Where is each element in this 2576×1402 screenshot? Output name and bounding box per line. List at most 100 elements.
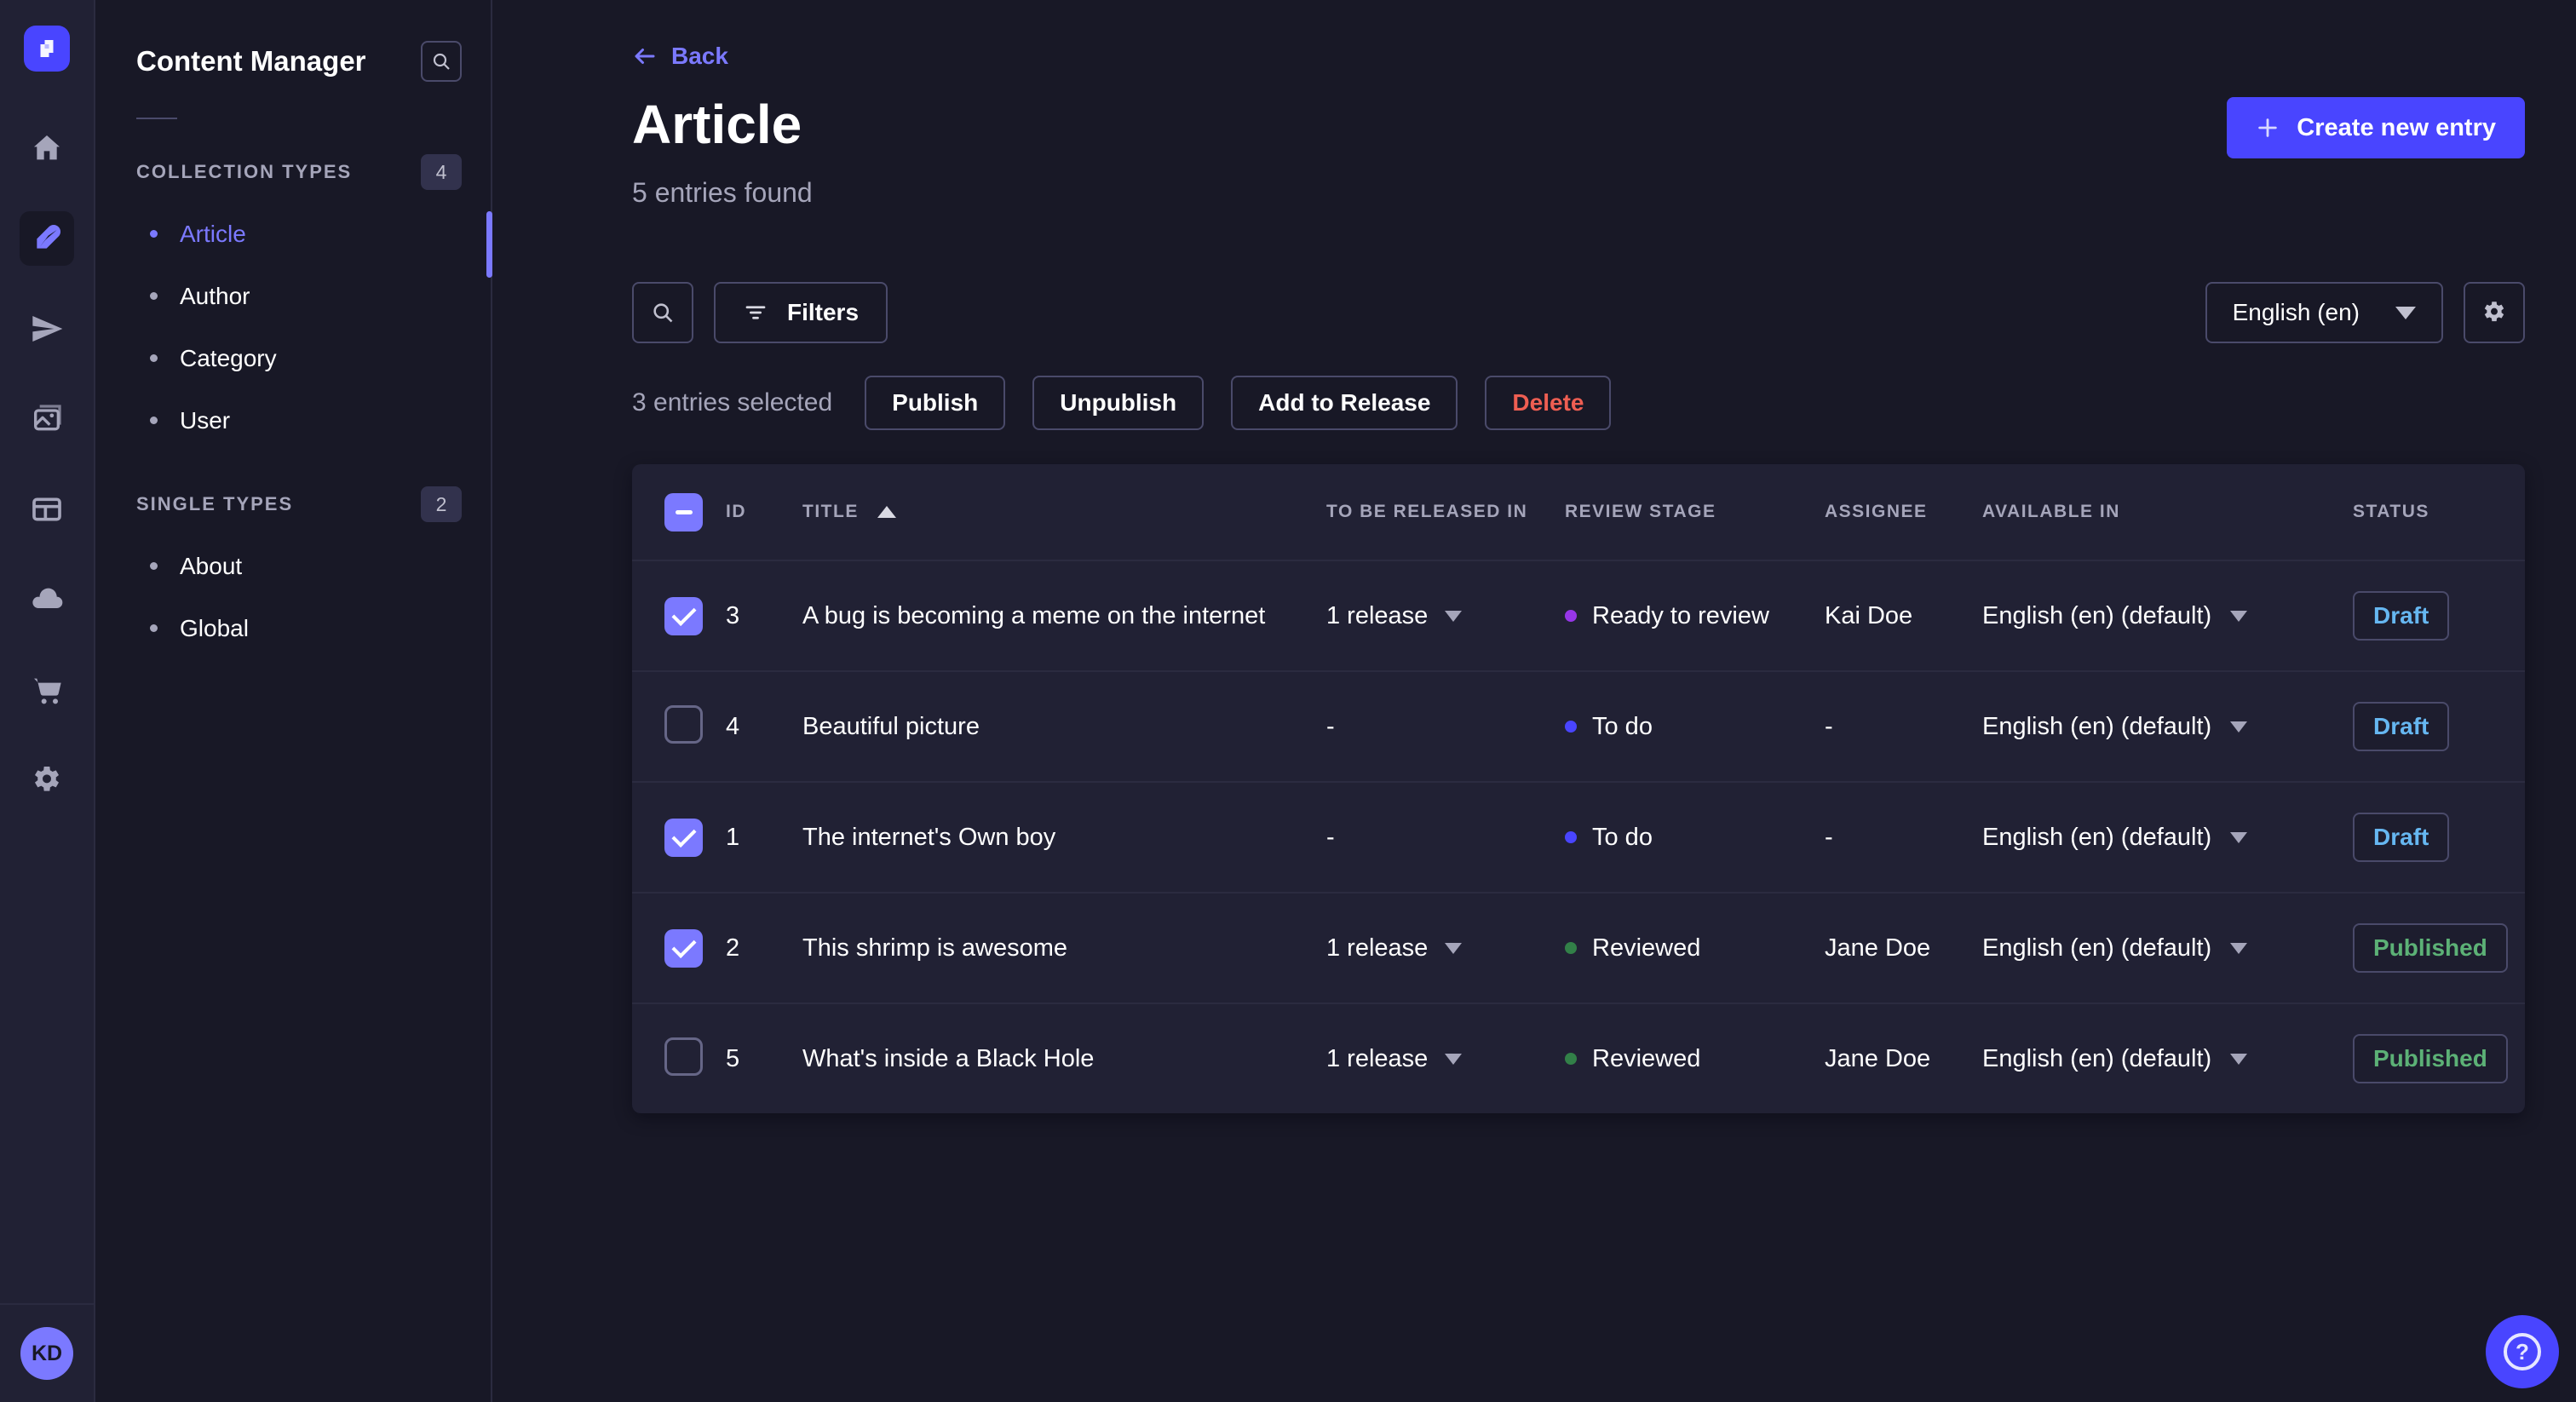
locale-select[interactable]: English (en) [2205,282,2443,343]
sidebar-item-article[interactable]: Article [136,203,491,265]
media-library-icon[interactable] [20,392,74,446]
single-types-count: 2 [421,486,462,522]
column-header-released-in[interactable]: TO BE RELEASED IN [1326,502,1565,522]
view-settings-button[interactable] [2464,282,2525,343]
cell-available-in[interactable]: English (en) (default) [1982,1045,2353,1073]
cell-assignee: Jane Doe [1825,934,1931,962]
chevron-down-icon [2230,721,2248,733]
stage-dot-icon [1565,610,1577,622]
row-checkbox[interactable] [664,705,703,744]
cell-assignee: Kai Doe [1825,601,1913,629]
stage-label: To do [1592,712,1653,740]
create-new-entry-label: Create new entry [2297,113,2496,141]
table-row[interactable]: 4 Beautiful picture - To do - English (e… [632,670,2525,781]
help-button[interactable]: ? [2486,1315,2559,1388]
row-checkbox[interactable] [664,818,703,857]
unpublish-button[interactable]: Unpublish [1032,376,1205,430]
bullet-icon [150,417,158,424]
collection-types-label: COLLECTION TYPES [136,161,353,182]
select-all-checkbox[interactable] [664,492,703,531]
content-manager-icon[interactable] [20,211,74,266]
row-checkbox[interactable] [664,928,703,968]
sidebar-item-author[interactable]: Author [136,265,491,327]
create-new-entry-button[interactable]: Create new entry [2227,97,2525,158]
sidebar-item-user[interactable]: User [136,389,491,451]
status-badge: Draft [2353,813,2450,862]
active-item-indicator [486,211,492,278]
cell-id: 1 [726,823,740,851]
sidebar-divider [136,118,177,119]
chevron-down-icon [1445,610,1463,622]
sidebar-item-global[interactable]: Global [136,597,491,659]
single-types-label: SINGLE TYPES [136,493,294,514]
back-link[interactable]: Back [671,43,728,70]
cell-released-in[interactable]: 1 release [1326,1045,1565,1073]
publish-button[interactable]: Publish [865,376,1006,430]
table-row[interactable]: 5 What's inside a Black Hole 1 release R… [632,1003,2525,1113]
cell-title: This shrimp is awesome [802,934,1068,962]
row-checkbox[interactable] [664,1037,703,1076]
table-row[interactable]: 1 The internet's Own boy - To do - Engli… [632,781,2525,892]
marketplace-cart-icon[interactable] [20,663,74,717]
stage-dot-icon [1565,831,1577,843]
status-badge: Draft [2353,591,2450,641]
sidebar-item-about[interactable]: About [136,535,491,597]
cell-released-in[interactable]: 1 release [1326,934,1565,962]
sidebar-item-label: Article [180,220,246,247]
user-avatar[interactable]: KD [20,1327,73,1380]
column-header-assignee[interactable]: ASSIGNEE [1825,502,1982,522]
available-in-value: English (en) (default) [1982,823,2212,851]
search-button[interactable] [632,282,693,343]
sidebar-item-category[interactable]: Category [136,327,491,389]
cell-title: The internet's Own boy [802,823,1056,851]
add-to-release-button[interactable]: Add to Release [1231,376,1458,430]
selection-count-text: 3 entries selected [632,388,833,417]
stage-dot-icon [1565,721,1577,733]
column-header-title[interactable]: TITLE [802,502,1326,522]
stage-dot-icon [1565,1053,1577,1065]
collection-types-count: 4 [421,154,462,190]
bullet-icon [150,354,158,362]
sidebar-search-button[interactable] [421,41,462,82]
chevron-down-icon [2230,942,2248,954]
app-root: KD Content Manager COLLECTION TYPES 4 Ar… [0,0,2576,1402]
filters-button[interactable]: Filters [714,282,888,343]
cell-review-stage: Reviewed [1565,1045,1825,1073]
home-icon[interactable] [20,121,74,175]
released-in-value: 1 release [1326,1044,1429,1072]
strapi-logo-icon[interactable] [24,26,70,72]
cell-id: 3 [726,601,740,629]
table-row[interactable]: 2 This shrimp is awesome 1 release Revie… [632,892,2525,1003]
column-header-available-in[interactable]: AVAILABLE IN [1982,502,2353,522]
row-checkbox[interactable] [664,596,703,635]
chevron-down-icon [2230,831,2248,843]
sort-ascending-icon [877,506,896,518]
locale-value: English (en) [2232,299,2360,325]
chevron-down-icon [2230,1053,2248,1065]
table-row[interactable]: 3 A bug is becoming a meme on the intern… [632,560,2525,670]
cell-available-in[interactable]: English (en) (default) [1982,934,2353,962]
available-in-value: English (en) (default) [1982,1044,2212,1072]
delete-button[interactable]: Delete [1485,376,1612,430]
releases-plane-icon[interactable] [20,302,74,356]
single-types-section: SINGLE TYPES 2 About Global [136,486,491,659]
page-title: Article [632,94,802,155]
cell-available-in[interactable]: English (en) (default) [1982,824,2353,852]
main-content: Back Article Create new entry 5 entries … [492,0,2576,1402]
cell-id: 4 [726,712,740,740]
cell-review-stage: Reviewed [1565,934,1825,962]
cell-available-in[interactable]: English (en) (default) [1982,713,2353,741]
entries-table: ID TITLE TO BE RELEASED IN REVIEW STAGE … [632,464,2525,1113]
column-header-id[interactable]: ID [726,502,802,522]
status-badge: Published [2353,923,2508,973]
cell-id: 5 [726,1044,740,1072]
cell-released-in: - [1326,712,1335,740]
cell-released-in[interactable]: 1 release [1326,602,1565,630]
cloud-icon[interactable] [20,572,74,627]
column-header-status[interactable]: STATUS [2353,502,2525,522]
settings-gear-icon[interactable] [20,753,74,807]
column-header-review-stage[interactable]: REVIEW STAGE [1565,502,1825,522]
cell-available-in[interactable]: English (en) (default) [1982,602,2353,630]
filter-icon [745,306,766,319]
content-type-builder-icon[interactable] [20,482,74,537]
